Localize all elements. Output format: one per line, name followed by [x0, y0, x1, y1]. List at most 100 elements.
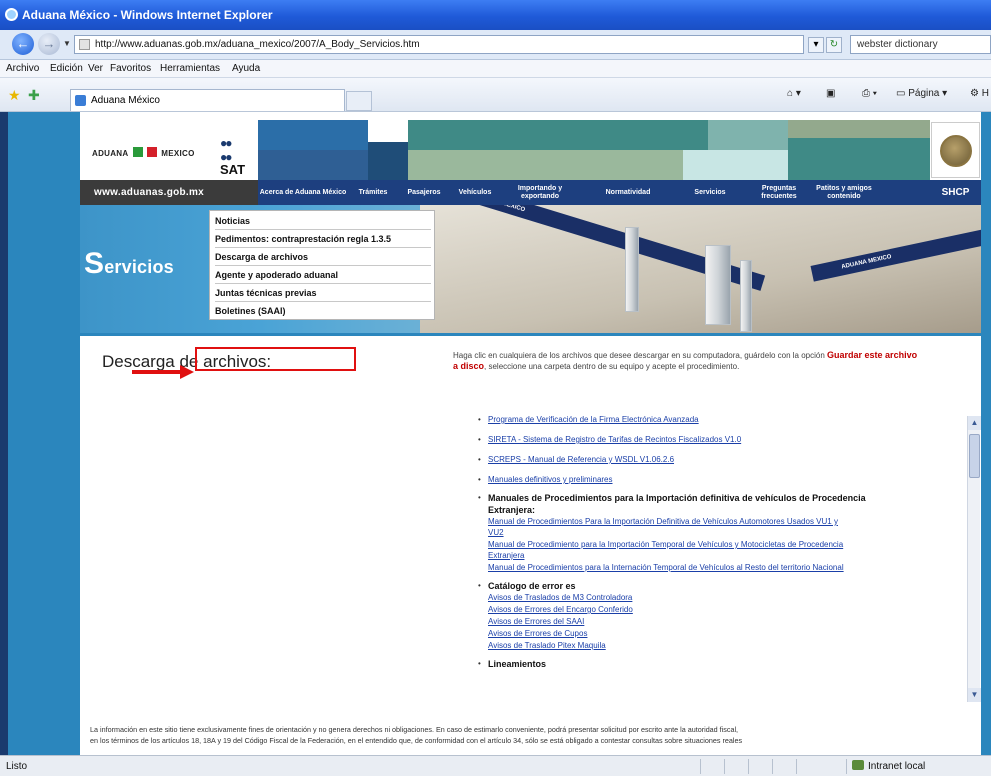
feeds-icon[interactable]: ▣	[826, 88, 835, 99]
site-logo[interactable]: ADUANA MEXICO ●● ●● SAT	[80, 120, 258, 180]
address-field[interactable]: http://www.aduanas.gob.mx/aduana_mexico/…	[74, 35, 804, 54]
nav-tramites[interactable]: Trámites	[348, 180, 398, 205]
download-link[interactable]: SIRETA - Sistema de Registro de Tarifas …	[488, 435, 741, 444]
search-input[interactable]: webster dictionary	[850, 35, 991, 54]
menu-ver[interactable]: Ver	[88, 63, 103, 74]
page-viewport: ADUANA MEXICO ●● ●● SAT www.aduanas.gob.m…	[0, 112, 991, 755]
manual-link[interactable]: Manual de Procedimiento para la Importac…	[488, 540, 843, 549]
address-toolbar: ← → ▼ http://www.aduanas.gob.mx/aduana_m…	[0, 30, 991, 60]
submenu-descarga-archivos[interactable]: Descarga de archivos	[215, 249, 431, 266]
nav-patitos[interactable]: Patitos y amigos contenido	[814, 180, 874, 205]
tab-bar: ★ ✚ Aduana México ⌂ ▾ ▣ ⎙ ▾ ▭ Página ▾ ⚙…	[0, 78, 991, 112]
new-tab-button[interactable]	[346, 91, 372, 111]
favorites-star-icon[interactable]: ★	[8, 87, 21, 104]
nav-servicios[interactable]: Servicios	[676, 180, 744, 205]
logo-red-square-icon	[146, 147, 157, 157]
download-link[interactable]: SCREPS - Manual de Referencia y WSDL V1.…	[488, 455, 674, 464]
tab-aduana-mexico[interactable]: Aduana México	[70, 89, 345, 111]
refresh-icon[interactable]: ↻	[826, 37, 842, 53]
right-margin-band	[981, 112, 991, 755]
status-bar: Listo Intranet local	[0, 755, 991, 776]
history-dropdown-icon[interactable]: ▼	[63, 39, 71, 48]
sat-dots-icon: ●● ●●	[220, 136, 232, 164]
downloads-list: • Programa de Verificación de la Firma El…	[478, 415, 866, 669]
menu-edicion[interactable]: Edición	[50, 63, 83, 74]
manual-link[interactable]: VU2	[488, 528, 504, 537]
logo-green-square-icon	[132, 147, 143, 157]
highlight-box	[195, 347, 356, 371]
catalog-link[interactable]: Avisos de Errores de Cupos	[488, 629, 587, 638]
servicios-banner: ADUANA MEXICO ADUANA MEXICO Servicios No…	[80, 205, 981, 333]
section-title-cont: Extranjera:	[488, 505, 536, 515]
menu-herramientas[interactable]: Herramientas	[160, 63, 220, 74]
intranet-zone-icon	[852, 760, 864, 770]
submenu-pedimentos[interactable]: Pedimentos: contraprestación regla 1.3.5	[215, 231, 431, 248]
site-nav: Acerca de Aduana México Trámites Pasajer…	[258, 180, 930, 205]
menu-archivo[interactable]: Archivo	[6, 63, 39, 74]
catalog-link[interactable]: Avisos de Traslados de M3 Controladora	[488, 593, 632, 602]
page-icon	[79, 39, 90, 50]
nav-pasajeros[interactable]: Pasajeros	[398, 180, 450, 205]
scroll-down-icon[interactable]: ▼	[968, 688, 981, 702]
banner-post	[705, 245, 731, 325]
manual-link[interactable]: Manual de Procedimientos Para la Importa…	[488, 517, 838, 526]
print-icon[interactable]: ⎙ ▾	[862, 88, 877, 99]
submenu-agente[interactable]: Agente y apoderado aduanal	[215, 267, 431, 284]
submenu-boletines[interactable]: Boletines (SAAI)	[215, 303, 431, 320]
banner-post	[625, 227, 639, 312]
catalog-link[interactable]: Avisos de Traslado Pitex Maquila	[488, 641, 606, 650]
coat-of-arms-icon	[940, 135, 972, 167]
site-url-bar: www.aduanas.gob.mx	[80, 180, 258, 205]
nav-vehiculos[interactable]: Vehículos	[450, 180, 500, 205]
download-link[interactable]: Programa de Verificación de la Firma Ele…	[488, 415, 699, 424]
manual-link[interactable]: Extranjera	[488, 551, 524, 560]
catalog-link[interactable]: Avisos de Errores del Encargo Conferido	[488, 605, 633, 614]
nav-preguntas[interactable]: Preguntas frecuentes	[744, 180, 814, 205]
scroll-thumb[interactable]	[969, 434, 980, 478]
header-block	[683, 150, 788, 180]
nav-acerca[interactable]: Acerca de Aduana México	[258, 180, 348, 205]
servicios-submenu: Noticias Pedimentos: contraprestación re…	[209, 210, 435, 320]
address-value: http://www.aduanas.gob.mx/aduana_mexico/…	[95, 39, 420, 50]
page-menu-label: Página	[908, 88, 940, 99]
security-zone[interactable]: Intranet local	[852, 760, 925, 772]
nav-importando[interactable]: Importando y exportando	[500, 180, 580, 205]
red-arrow-icon	[132, 365, 194, 379]
header-block	[258, 120, 368, 150]
left-margin-band	[0, 112, 80, 755]
header-block	[368, 142, 408, 180]
tab-favicon-icon	[75, 95, 86, 106]
home-icon[interactable]: ⌂ ▾	[787, 88, 801, 99]
list-scrollbar[interactable]: ▲ ▼	[967, 416, 981, 702]
header-block	[788, 120, 930, 138]
scroll-up-icon[interactable]: ▲	[968, 416, 981, 430]
banner-title: Servicios	[84, 247, 174, 280]
section-title: Manuales de Procedimientos para la Impor…	[488, 493, 866, 503]
tools-menu-icon[interactable]: ⚙ H	[970, 88, 989, 99]
ie-logo-icon	[5, 8, 18, 21]
manual-link[interactable]: Manual de Procedimientos para la Interna…	[488, 563, 844, 572]
shcp-seal	[931, 122, 980, 178]
catalog-link[interactable]: Avisos de Errores del SAAI	[488, 617, 584, 626]
menu-favoritos[interactable]: Favoritos	[110, 63, 151, 74]
menu-ayuda[interactable]: Ayuda	[232, 63, 260, 74]
header-block	[408, 150, 683, 180]
tab-label: Aduana México	[91, 95, 160, 106]
header-block	[788, 138, 930, 180]
left-edge-band	[0, 112, 8, 755]
add-favorite-icon[interactable]: ✚	[28, 87, 40, 104]
header-block	[408, 120, 708, 150]
sat-label: SAT	[220, 162, 246, 177]
address-dropdown-icon[interactable]: ▾	[808, 37, 824, 53]
download-link[interactable]: Manuales definitivos y preliminares	[488, 475, 613, 484]
submenu-noticias[interactable]: Noticias	[215, 213, 431, 230]
site-url-text: www.aduanas.gob.mx	[94, 187, 205, 198]
forward-button[interactable]: →	[38, 33, 60, 55]
submenu-juntas[interactable]: Juntas técnicas previas	[215, 285, 431, 302]
back-button[interactable]: ←	[12, 33, 34, 55]
shcp-label[interactable]: SHCP	[930, 180, 981, 205]
status-text: Listo	[6, 761, 28, 772]
nav-normatividad[interactable]: Normatividad	[580, 180, 676, 205]
header-block	[368, 120, 408, 142]
page-menu-button[interactable]: ▭ Página ▾	[896, 88, 947, 99]
